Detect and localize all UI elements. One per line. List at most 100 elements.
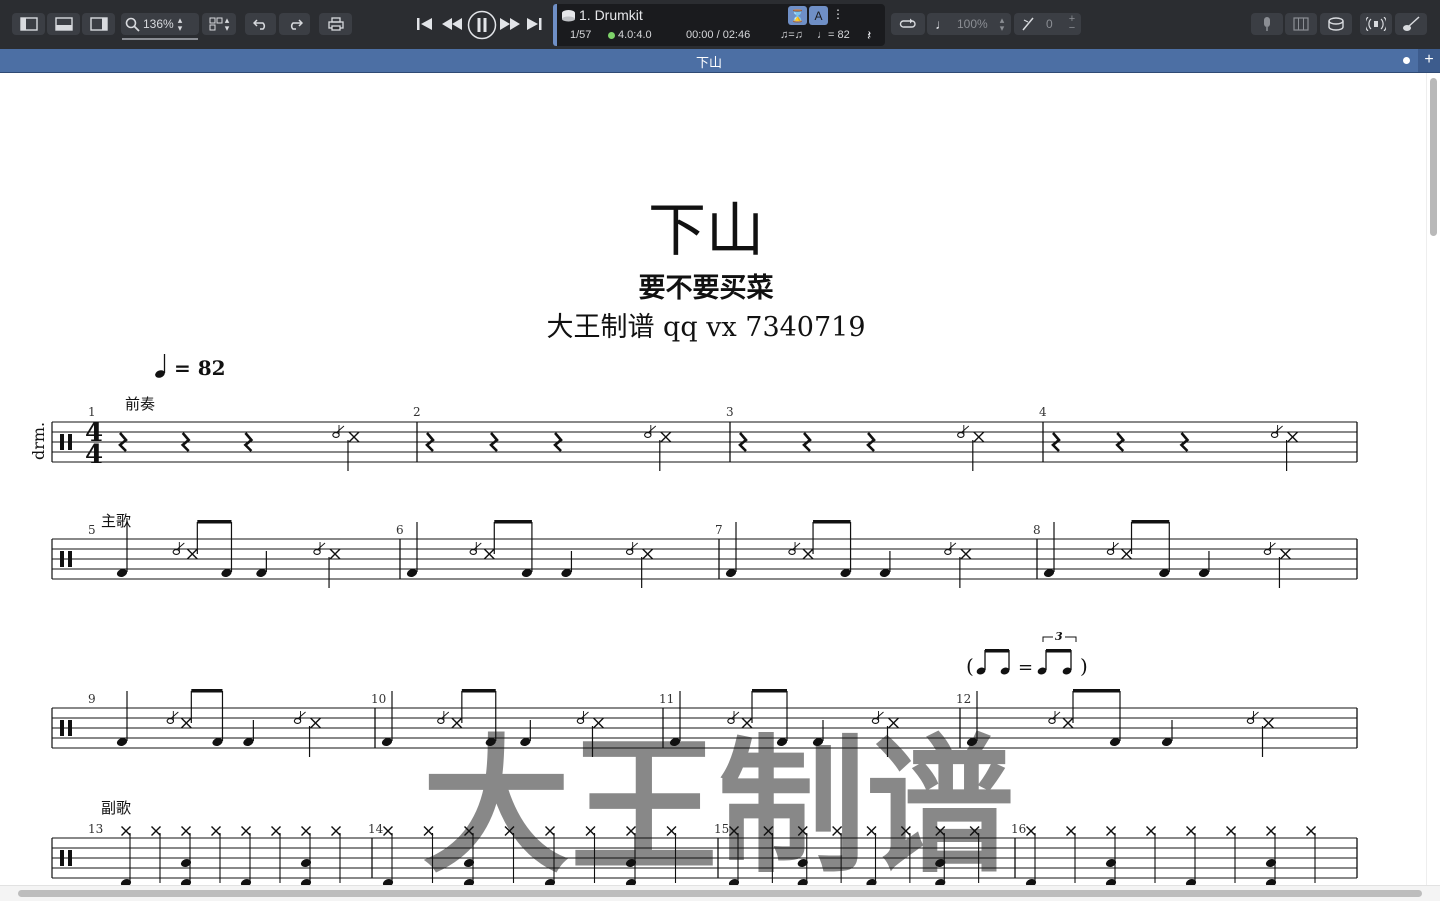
bar-number: 8 bbox=[1033, 523, 1041, 537]
metronome-icon: A bbox=[814, 8, 823, 23]
bar-number: 7 bbox=[715, 523, 723, 537]
printer-icon bbox=[327, 17, 344, 31]
vertical-scrollbar[interactable] bbox=[1426, 73, 1440, 885]
zoom-select[interactable]: 136% ▴ ▾ bbox=[121, 13, 199, 35]
transpose-field[interactable]: 0 + − bbox=[1014, 13, 1081, 35]
swing-marking: ( = 3 ) bbox=[966, 630, 1088, 678]
tuning-fork-icon bbox=[1022, 17, 1034, 31]
audio-engine-button[interactable] bbox=[1251, 13, 1283, 35]
loop-icon bbox=[899, 18, 916, 28]
bar-number: 4 bbox=[1039, 405, 1047, 419]
grace-note bbox=[944, 549, 952, 555]
left-panel-icon bbox=[19, 17, 38, 31]
bar-number: 16 bbox=[1011, 822, 1026, 836]
percussion-clef bbox=[60, 850, 64, 866]
grace-note bbox=[625, 549, 634, 555]
bar-number: 15 bbox=[714, 822, 729, 836]
metronome-toggle[interactable]: ⌛ bbox=[788, 6, 807, 25]
beam bbox=[191, 689, 223, 693]
guitar-settings-button[interactable] bbox=[1395, 13, 1427, 35]
go-to-start-button[interactable] bbox=[416, 16, 434, 32]
score-tab-title[interactable]: 下山 bbox=[0, 52, 1418, 71]
grace-note bbox=[788, 549, 796, 555]
undo-icon bbox=[252, 19, 265, 30]
print-button[interactable] bbox=[319, 13, 352, 35]
bar-number: 10 bbox=[371, 692, 386, 706]
redo-button[interactable] bbox=[279, 13, 310, 35]
bar-number: 1 bbox=[88, 405, 96, 419]
track-name: 1. Drumkit bbox=[579, 7, 643, 23]
go-to-end-button[interactable] bbox=[526, 16, 544, 32]
more-options-icon[interactable]: ⋮ bbox=[832, 7, 844, 21]
percussion-clef bbox=[68, 551, 72, 567]
tempo-display: ♩= 82 bbox=[817, 29, 850, 41]
loop-button[interactable] bbox=[891, 13, 925, 35]
tuplet-number: 3 bbox=[1055, 630, 1063, 643]
horizontal-scroll-thumb[interactable] bbox=[18, 890, 1422, 897]
fast-forward-button[interactable] bbox=[499, 16, 521, 32]
grace-note bbox=[1246, 718, 1255, 724]
swing-display: ♫=♫ bbox=[780, 29, 803, 41]
hourglass-icon: ⌛ bbox=[790, 8, 805, 23]
section-label-chorus: 副歌 bbox=[101, 799, 131, 817]
vertical-scroll-thumb[interactable] bbox=[1430, 78, 1437, 236]
swing-open-paren: ( bbox=[966, 654, 974, 678]
percussion-clef bbox=[60, 434, 64, 450]
bar-position: 1/57 bbox=[570, 29, 592, 41]
stepper-arrows-icon: ▴ ▾ bbox=[177, 15, 183, 33]
speaker-waves-icon bbox=[1366, 17, 1386, 31]
zoom-underline bbox=[122, 38, 198, 40]
toggle-bottom-panel-button[interactable] bbox=[47, 13, 80, 35]
pause-button[interactable] bbox=[467, 10, 497, 40]
horizontal-scrollbar[interactable] bbox=[0, 885, 1440, 901]
beam bbox=[1131, 520, 1170, 524]
percussion-clef bbox=[68, 434, 72, 450]
redo-icon bbox=[290, 19, 303, 30]
mixer-button[interactable] bbox=[1285, 13, 1317, 35]
bar-number: 5 bbox=[88, 523, 96, 537]
grace-note bbox=[166, 718, 175, 724]
zoom-value: 136% bbox=[143, 17, 174, 31]
bar-number: 6 bbox=[396, 523, 404, 537]
swing-equals: = bbox=[1018, 657, 1033, 678]
skip-start-icon bbox=[417, 18, 432, 30]
toggle-right-panel-button[interactable] bbox=[82, 13, 115, 35]
grace-note bbox=[644, 432, 652, 438]
bar-number: 2 bbox=[413, 405, 421, 419]
time-position: 00:00 / 02:46 bbox=[686, 29, 751, 41]
track-info-panel[interactable]: 1. Drumkit ⌛ A ⋮ 1/57 4.0:4.0 00:00 / 02… bbox=[553, 4, 885, 46]
grace-note bbox=[469, 549, 478, 555]
grace-note bbox=[172, 549, 181, 555]
rest-icon: 𝄽 bbox=[867, 27, 872, 43]
bar-number: 11 bbox=[659, 692, 674, 706]
score-page: 下山 要不要买菜 大王制谱 qq vx 7340719 = 82 drm. 前奏… bbox=[0, 73, 1424, 885]
speed-stepper-icon: ▴ ▾ bbox=[999, 15, 1005, 33]
beam bbox=[197, 520, 232, 524]
bar-number: 14 bbox=[368, 822, 384, 836]
skip-end-icon bbox=[527, 18, 542, 30]
section-label-intro: 前奏 bbox=[125, 395, 155, 413]
bar-number: 3 bbox=[726, 405, 734, 419]
fast-forward-icon bbox=[500, 18, 520, 30]
count-in-toggle[interactable]: A bbox=[809, 6, 828, 25]
pause-icon bbox=[467, 10, 497, 40]
toggle-left-panel-button[interactable] bbox=[12, 13, 45, 35]
percussion-clef bbox=[60, 551, 64, 567]
grace-note bbox=[293, 718, 302, 724]
mixer-icon bbox=[1293, 17, 1309, 31]
microphone-icon bbox=[1264, 17, 1270, 31]
playback-speed-field[interactable]: ♩ 100% ▴ ▾ bbox=[927, 13, 1011, 35]
layout-select[interactable]: ▴ ▾ bbox=[202, 13, 236, 35]
audio-output-button[interactable] bbox=[1360, 13, 1392, 35]
beam bbox=[494, 520, 532, 524]
drum-kit-button[interactable] bbox=[1320, 13, 1352, 35]
rewind-button[interactable] bbox=[441, 16, 463, 32]
rewind-icon bbox=[442, 18, 462, 30]
bottom-panel-icon bbox=[54, 17, 73, 31]
undo-button[interactable] bbox=[245, 13, 276, 35]
main-toolbar: 136% ▴ ▾ ▴ ▾ 1. Drumkit ⌛ A ⋮ 1/57 4.0:4… bbox=[0, 0, 1440, 50]
new-tab-button[interactable]: + bbox=[1418, 49, 1440, 72]
score-tab-bar: 下山 + bbox=[0, 49, 1440, 73]
tempo-text: = 82 bbox=[174, 356, 226, 380]
grace-note bbox=[332, 432, 340, 438]
